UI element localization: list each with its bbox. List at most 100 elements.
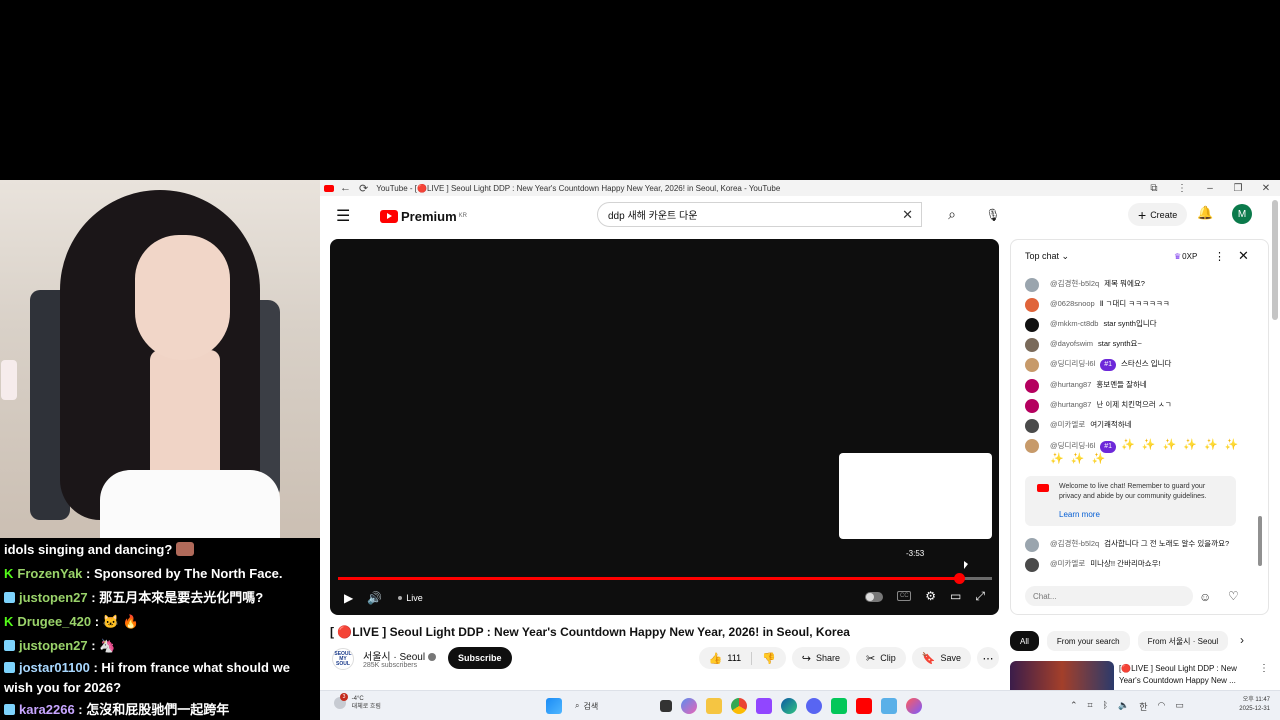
- chat-menu-icon[interactable]: ⋮: [1214, 250, 1225, 263]
- chat-author[interactable]: @딩디리딩-l6l: [1050, 359, 1095, 368]
- channel-logo[interactable]: SEOUL MY SOUL: [332, 648, 354, 670]
- progress-bar[interactable]: [338, 573, 992, 584]
- chat-author[interactable]: @hurtang87: [1050, 380, 1091, 389]
- xp-counter[interactable]: 0XP: [1174, 252, 1197, 261]
- chat-avatar[interactable]: [1025, 379, 1039, 393]
- more-actions-icon[interactable]: ⋯: [977, 647, 999, 669]
- chat-avatar[interactable]: [1025, 338, 1039, 352]
- chat-avatar[interactable]: [1025, 298, 1039, 312]
- chat-message-text: 미나상!! 간바리마쇼우!: [1090, 559, 1161, 568]
- extensions-icon[interactable]: ⧉: [1140, 183, 1168, 194]
- battery-icon[interactable]: ▭: [1175, 700, 1184, 713]
- restore-icon[interactable]: ❐: [1224, 183, 1252, 194]
- chat-avatar[interactable]: [1025, 358, 1039, 372]
- hamburger-menu-icon[interactable]: ☰: [336, 206, 360, 226]
- chat-author[interactable]: @0628snoop: [1050, 299, 1095, 308]
- search-input[interactable]: ddp 새해 카운트 다운 ✕: [597, 202, 922, 227]
- youtube-icon[interactable]: [856, 698, 872, 714]
- chat-author[interactable]: @hurtang87: [1050, 400, 1091, 409]
- browser-menu-icon[interactable]: ⋮: [1168, 183, 1196, 194]
- chat-mode-dropdown[interactable]: Top chat ⌄: [1025, 251, 1069, 262]
- settings-gear-icon[interactable]: ⚙: [925, 589, 936, 604]
- chat-message: @미카엘로 여기쾌적하네: [1011, 415, 1259, 435]
- chip-from-channel[interactable]: From 서울시 · Seoul: [1137, 631, 1229, 651]
- chat-avatar[interactable]: [1025, 439, 1039, 453]
- show-hidden-icon[interactable]: ⌃: [1070, 700, 1078, 713]
- autoplay-toggle[interactable]: [865, 592, 884, 602]
- twitch-icon[interactable]: [756, 698, 772, 714]
- notepad-icon[interactable]: [881, 698, 897, 714]
- copilot-icon[interactable]: [681, 698, 697, 714]
- chat-avatar[interactable]: [1025, 399, 1039, 413]
- chat-author[interactable]: @김경현-b5l2q: [1050, 539, 1099, 548]
- chevron-right-icon[interactable]: ›: [1240, 633, 1244, 647]
- search-button[interactable]: ⌕: [932, 202, 972, 227]
- file-explorer-icon[interactable]: [706, 698, 722, 714]
- back-icon[interactable]: ←: [340, 182, 351, 194]
- clock[interactable]: 오후 11:47 2025-12-31: [1239, 696, 1270, 714]
- save-button[interactable]: 🔖 Save: [911, 647, 971, 669]
- emoji-icon[interactable]: ☺: [1199, 590, 1211, 604]
- theater-mode-icon[interactable]: ▭: [950, 589, 961, 604]
- play-icon[interactable]: ▶: [344, 591, 353, 605]
- create-button[interactable]: + Create: [1128, 203, 1188, 226]
- windows-start-icon[interactable]: [546, 698, 562, 714]
- youtube-premium-logo[interactable]: Premium KR: [380, 209, 467, 224]
- chrome-icon[interactable]: [731, 698, 747, 714]
- chip-all[interactable]: All: [1010, 631, 1039, 651]
- chat-author[interactable]: @dayofswim: [1050, 339, 1093, 348]
- edge-icon[interactable]: [781, 698, 797, 714]
- share-button[interactable]: ↪ Share: [791, 647, 851, 669]
- clip-button[interactable]: ✂ Clip: [856, 647, 906, 669]
- account-avatar[interactable]: M: [1232, 204, 1252, 224]
- channel-name[interactable]: 서울시 · Seoul: [363, 648, 437, 663]
- chat-avatar[interactable]: [1025, 538, 1039, 552]
- volume-tray-icon[interactable]: 🔈: [1118, 700, 1129, 713]
- dislike-button[interactable]: 👎: [752, 652, 786, 665]
- task-view-icon[interactable]: [660, 700, 672, 712]
- naver-icon[interactable]: [831, 698, 847, 714]
- captions-icon[interactable]: CC: [897, 591, 912, 601]
- discord-icon[interactable]: [806, 698, 822, 714]
- wifi-icon[interactable]: ◠: [1158, 700, 1166, 713]
- learn-more-link[interactable]: Learn more: [1059, 510, 1228, 520]
- page-scrollbar[interactable]: [1272, 200, 1278, 320]
- weather-widget[interactable]: -4°C 대체로 흐림 3: [334, 693, 381, 711]
- like-button[interactable]: 👍 111: [699, 651, 753, 665]
- recommended-menu-icon[interactable]: ⋮: [1259, 663, 1269, 674]
- live-indicator[interactable]: Live: [398, 593, 423, 603]
- volume-icon[interactable]: 🔊: [367, 591, 382, 605]
- player-controls: ▶ 🔊 Live CC ⚙ ▭ ⤢: [330, 587, 999, 609]
- subscribe-button[interactable]: Subscribe: [448, 647, 512, 669]
- network-icon[interactable]: ⌗: [1088, 700, 1093, 713]
- chat-avatar[interactable]: [1025, 558, 1039, 572]
- close-window-icon[interactable]: ✕: [1252, 183, 1280, 194]
- notifications-bell-icon[interactable]: 🔔: [1197, 205, 1213, 221]
- mouse-cursor-icon: [964, 561, 968, 569]
- voice-search-icon[interactable]: 🎙: [982, 204, 1004, 226]
- chat-author[interactable]: @mkkm-ct8db: [1050, 319, 1098, 328]
- chat-avatar[interactable]: [1025, 419, 1039, 433]
- chat-avatar[interactable]: [1025, 318, 1039, 332]
- reload-icon[interactable]: ⟳: [359, 182, 368, 195]
- chat-author[interactable]: @미카엘로: [1050, 420, 1085, 429]
- chat-author[interactable]: @김경현-b5l2q: [1050, 279, 1099, 288]
- chat-input[interactable]: Chat...: [1025, 586, 1193, 606]
- taskbar-search[interactable]: ⌕ 검색: [571, 701, 651, 712]
- heart-icon[interactable]: ♡: [1228, 589, 1239, 603]
- bluetooth-icon[interactable]: ᛒ: [1103, 700, 1108, 713]
- browser-app-icon[interactable]: [906, 698, 922, 714]
- chat-author[interactable]: @딩디리딩-l6l: [1050, 441, 1095, 450]
- fullscreen-icon[interactable]: ⤢: [975, 589, 985, 604]
- recommended-title[interactable]: [🔴LIVE ] Seoul Light DDP : New Year's Co…: [1119, 663, 1259, 687]
- chat-avatar[interactable]: [1025, 278, 1039, 292]
- minimize-icon[interactable]: –: [1196, 183, 1224, 194]
- chat-scrollbar[interactable]: [1258, 516, 1262, 566]
- scrubber-handle[interactable]: [954, 573, 966, 584]
- clear-search-icon[interactable]: ✕: [902, 207, 913, 223]
- chip-from-search[interactable]: From your search: [1046, 631, 1130, 651]
- video-player[interactable]: -3:53 ▶ 🔊 Live CC ⚙ ▭ ⤢: [330, 239, 999, 615]
- ime-indicator[interactable]: 한: [1139, 700, 1147, 713]
- chat-author[interactable]: @미카엘로: [1050, 559, 1085, 568]
- close-chat-icon[interactable]: ✕: [1238, 248, 1249, 264]
